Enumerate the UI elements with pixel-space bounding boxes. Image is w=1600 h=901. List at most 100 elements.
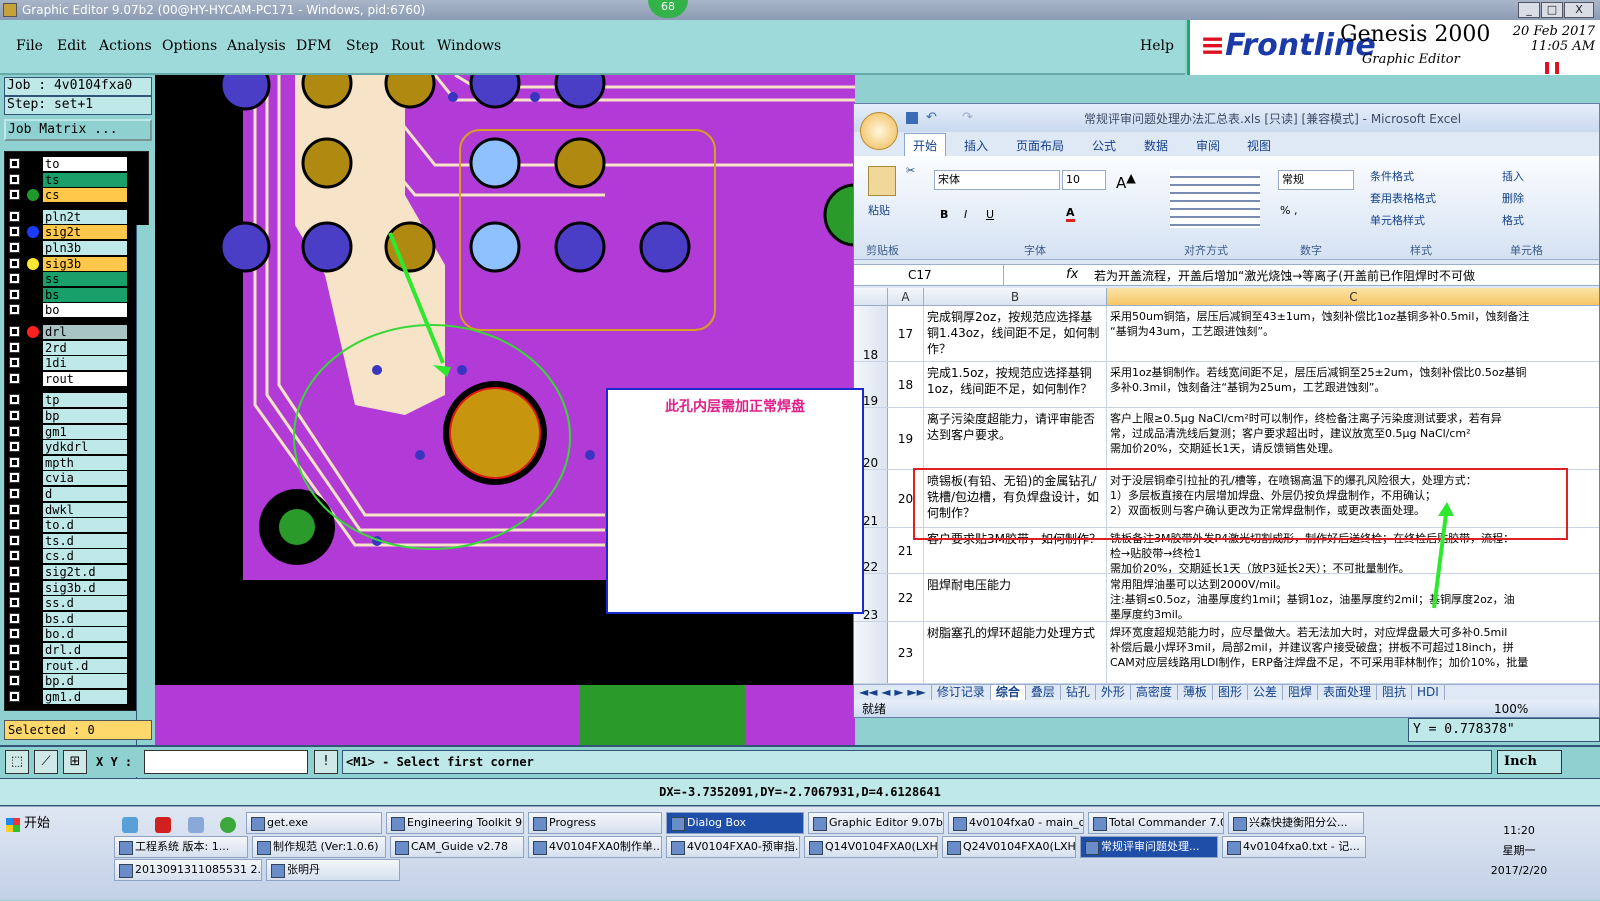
cell-styles-button[interactable]: 单元格样式 — [1370, 212, 1425, 228]
layer-checkbox[interactable] — [9, 226, 20, 238]
cell-a[interactable]: 18 — [888, 362, 924, 407]
sheet-tab[interactable]: 阻焊 — [1283, 685, 1318, 700]
layer-name[interactable]: cvia — [43, 471, 127, 486]
layer-name[interactable]: to — [43, 157, 127, 171]
unit-selector[interactable]: Inch — [1497, 750, 1562, 774]
layer-checkbox[interactable] — [9, 410, 20, 421]
sheet-tab[interactable]: 钻孔 — [1061, 685, 1096, 700]
layer-row-bp[interactable]: bp — [9, 409, 127, 423]
row-number[interactable] — [854, 622, 888, 683]
layer-checkbox[interactable] — [9, 566, 20, 577]
layer-checkbox[interactable] — [9, 550, 20, 562]
taskbar-button[interactable]: 制作规范 (Ver:1.0.6) — [252, 836, 386, 858]
layer-checkbox[interactable] — [9, 472, 20, 484]
bold-button[interactable]: B — [940, 208, 948, 221]
menu-actions[interactable]: Actions — [99, 38, 152, 54]
layer-row-ts[interactable]: ts — [9, 172, 127, 187]
layer-name[interactable]: bo.d — [43, 627, 127, 642]
sheet-tab[interactable]: 综合 — [990, 685, 1026, 700]
layer-name[interactable]: bo — [43, 303, 127, 318]
layer-row-sig3b[interactable]: sig3b — [9, 256, 127, 271]
cell-b[interactable]: 完成铜厚2oz，按规范应选择基铜1.43oz，线间距不足，如何制作？ — [924, 306, 1107, 361]
layer-checkbox[interactable] — [9, 242, 20, 253]
dialog-box[interactable]: 此孔内层需加正常焊盘 — [606, 388, 864, 614]
layer-name[interactable]: tp — [43, 393, 127, 408]
paste-button[interactable]: 粘贴 — [868, 202, 890, 218]
alignment-buttons[interactable] — [1170, 170, 1260, 228]
insert-cells-button[interactable]: 插入 — [1502, 168, 1524, 184]
tab-formulas[interactable]: 公式 — [1092, 137, 1116, 154]
layer-checkbox[interactable] — [9, 357, 20, 369]
layer-name[interactable]: drl.d — [43, 643, 127, 657]
layer-checkbox[interactable] — [9, 441, 20, 453]
taskbar-button[interactable]: Engineering Toolkit 9.... — [386, 812, 524, 834]
italic-button[interactable]: I — [964, 208, 967, 221]
layer-checkbox[interactable] — [9, 394, 20, 406]
column-header-c[interactable]: C — [1107, 288, 1599, 306]
layer-row-d[interactable]: d — [9, 487, 127, 501]
layer-row-bo[interactable]: bo — [9, 303, 127, 318]
layer-checkbox[interactable] — [9, 210, 20, 222]
layer-checkbox[interactable] — [9, 304, 20, 316]
sheet-tab[interactable]: 表面处理 — [1318, 685, 1377, 700]
layer-name[interactable]: pln3b — [43, 241, 127, 255]
layer-checkbox[interactable] — [9, 326, 20, 337]
cell-a[interactable]: 22 — [888, 574, 924, 621]
layer-checkbox[interactable] — [9, 675, 20, 687]
cell-a[interactable]: 23 — [888, 622, 924, 683]
minimize-button[interactable]: _ — [1518, 2, 1540, 18]
grid-tool-icon[interactable]: ⊞ — [63, 750, 87, 774]
layer-row-tp[interactable]: tp — [9, 393, 127, 408]
taskbar-button[interactable]: Progress — [528, 812, 662, 834]
layer-checkbox[interactable] — [9, 628, 20, 640]
layer-row-cs[interactable]: cs — [9, 188, 127, 203]
sheet-tab[interactable]: HDI — [1412, 685, 1445, 700]
zoom-level[interactable]: 100% — [1494, 700, 1528, 717]
layer-checkbox[interactable] — [9, 597, 20, 609]
taskbar-button[interactable]: Q14V0104FXA0(LXH... — [804, 836, 938, 858]
layer-row-rout-d[interactable]: rout.d — [9, 658, 127, 673]
menu-windows[interactable]: Windows — [437, 38, 501, 54]
layer-row-gm1-d[interactable]: gm1.d — [9, 689, 127, 704]
taskbar-button[interactable]: get.exe — [246, 812, 382, 834]
warning-icon[interactable]: ! — [314, 750, 338, 774]
layer-checkbox[interactable] — [9, 503, 20, 515]
cell-b[interactable]: 完成1.5oz，按规范应选择基铜1oz，线间距不足，如何制作？ — [924, 362, 1107, 407]
layer-row-dwkl[interactable]: dwkl — [9, 502, 127, 517]
cut-icon[interactable]: ✂ — [906, 164, 915, 177]
sheet-tab[interactable]: 公差 — [1248, 685, 1283, 700]
layer-name[interactable]: 2rd — [43, 340, 127, 355]
layer-checkbox[interactable] — [9, 189, 20, 201]
layer-row-pln2t[interactable]: pln2t — [9, 209, 127, 224]
layer-name[interactable]: rout — [43, 371, 127, 386]
taskbar-button[interactable]: 兴森快捷衡阳分公... — [1228, 812, 1364, 834]
layer-row-2rd[interactable]: 2rd — [9, 340, 127, 355]
percent-icon[interactable]: % , — [1280, 204, 1297, 217]
taskbar-button[interactable]: CAM_Guide v2.78 — [390, 836, 524, 858]
cell-c[interactable]: 采用50um铜箔，层压后减铜至43±1um，蚀刻补偿比1oz基铜多补0.5mil… — [1107, 306, 1599, 361]
layer-checkbox[interactable] — [9, 158, 20, 169]
measure-tool-icon[interactable]: ⟋ — [34, 750, 58, 774]
layer-name[interactable]: gm1 — [43, 424, 127, 439]
taskbar-button[interactable]: Total Commander 7.0... — [1088, 812, 1224, 834]
layer-name[interactable]: sig3b — [43, 256, 127, 271]
layer-row-sig2t-d[interactable]: sig2t.d — [9, 565, 127, 579]
taskbar-button[interactable]: 4V0104FXA0制作单.... — [528, 836, 662, 858]
layer-checkbox[interactable] — [9, 659, 20, 671]
layer-row-ts-d[interactable]: ts.d — [9, 533, 127, 548]
layer-checkbox[interactable] — [9, 690, 20, 702]
menu-options[interactable]: Options — [162, 38, 217, 54]
sheet-tab[interactable]: 阻抗 — [1377, 685, 1413, 700]
xy-input[interactable] — [144, 750, 308, 774]
number-format-select[interactable]: 常规 — [1278, 170, 1354, 190]
column-header-a[interactable]: A — [888, 288, 924, 306]
column-header-b[interactable]: B — [924, 288, 1107, 306]
layer-checkbox[interactable] — [9, 519, 20, 531]
conditional-format-button[interactable]: 条件格式 — [1370, 168, 1414, 184]
layer-row-ydkdrl[interactable]: ydkdrl — [9, 440, 127, 455]
tab-review[interactable]: 审阅 — [1196, 137, 1220, 154]
layer-checkbox[interactable] — [9, 425, 20, 437]
layer-checkbox[interactable] — [9, 372, 20, 384]
cell-a[interactable]: 17 — [888, 306, 924, 361]
layer-row-gm1[interactable]: gm1 — [9, 424, 127, 439]
